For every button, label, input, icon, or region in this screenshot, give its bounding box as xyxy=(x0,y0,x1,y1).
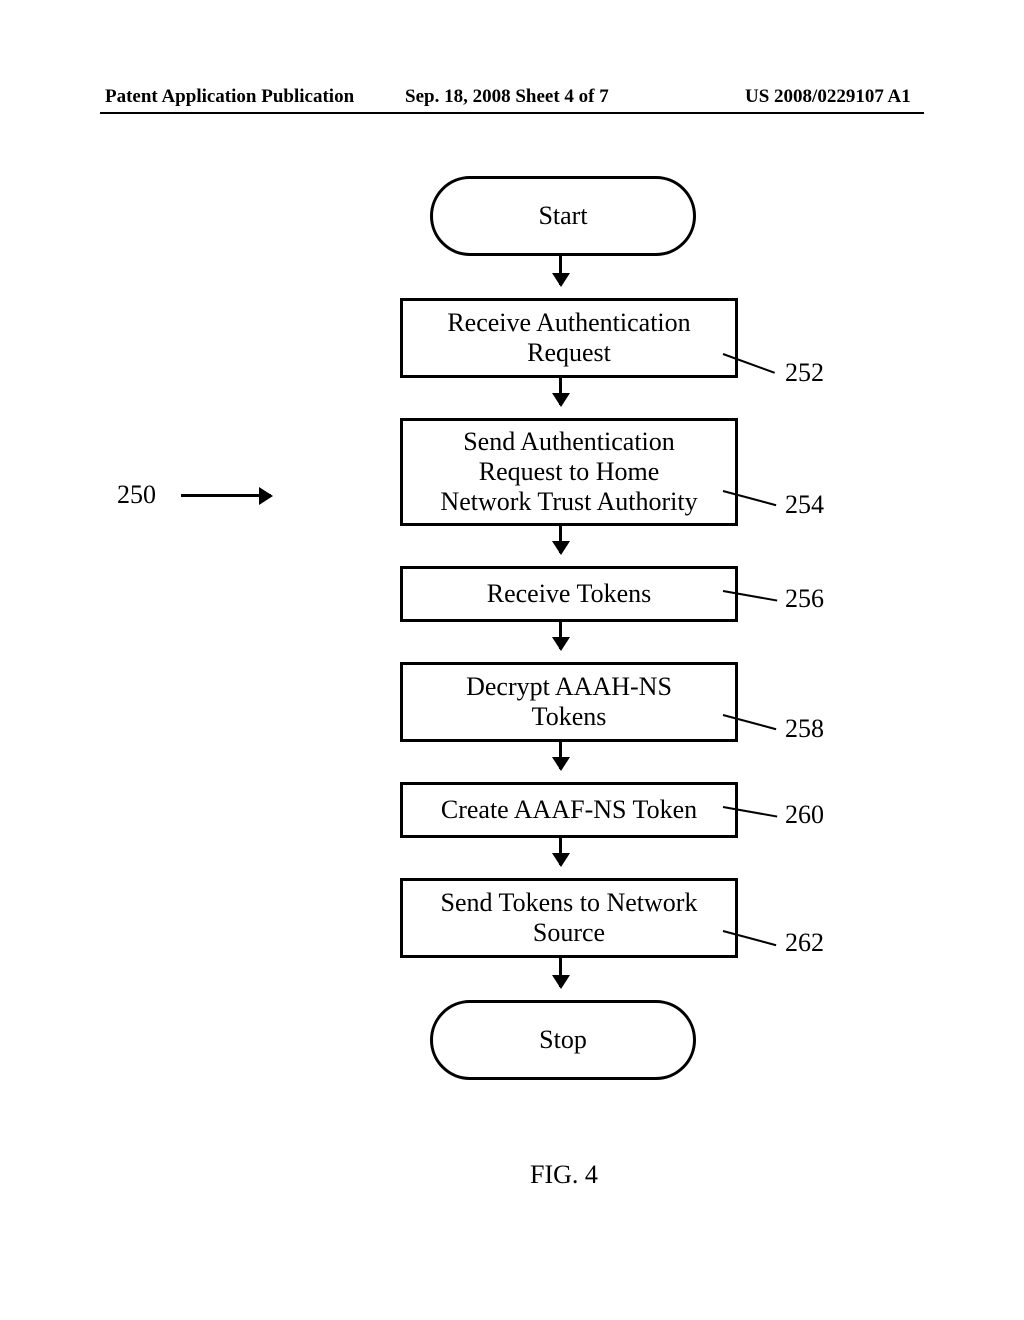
flow-step-252: Receive Authentication Request xyxy=(400,298,738,378)
flow-step-label: Decrypt AAAH-NS Tokens xyxy=(466,672,672,732)
flow-step-262: Send Tokens to Network Source xyxy=(400,878,738,958)
arrow-icon xyxy=(559,253,562,285)
arrow-right-icon xyxy=(181,494,271,497)
flow-step-260: Create AAAF-NS Token xyxy=(400,782,738,838)
flow-step-number: 256 xyxy=(785,584,824,614)
arrow-icon xyxy=(559,739,562,769)
flow-step-number: 262 xyxy=(785,928,824,958)
header-left: Patent Application Publication xyxy=(105,86,354,108)
flow-step-label: Send Tokens to Network Source xyxy=(441,888,698,948)
arrow-icon xyxy=(559,955,562,987)
flow-step-number: 260 xyxy=(785,800,824,830)
flow-step-number: 254 xyxy=(785,490,824,520)
flow-step-256: Receive Tokens xyxy=(400,566,738,622)
flow-stop-label: Stop xyxy=(539,1025,587,1055)
flow-start-label: Start xyxy=(538,201,587,231)
header-right: US 2008/0229107 A1 xyxy=(745,86,911,108)
flow-step-label: Receive Tokens xyxy=(487,579,651,609)
arrow-icon xyxy=(559,375,562,405)
flow-step-258: Decrypt AAAH-NS Tokens xyxy=(400,662,738,742)
arrow-icon xyxy=(559,835,562,865)
arrow-icon xyxy=(559,523,562,553)
flow-step-label: Receive Authentication Request xyxy=(447,308,690,368)
flow-start: Start xyxy=(430,176,696,256)
figure-label: FIG. 4 xyxy=(530,1160,598,1190)
arrow-icon xyxy=(559,619,562,649)
header-rule xyxy=(100,112,924,114)
flow-step-label: Send Authentication Request to Home Netw… xyxy=(440,427,697,517)
flow-step-number: 258 xyxy=(785,714,824,744)
flow-step-label: Create AAAF-NS Token xyxy=(441,795,697,825)
flow-stop: Stop xyxy=(430,1000,696,1080)
flow-reference-number: 250 xyxy=(117,480,156,510)
flow-step-number: 252 xyxy=(785,358,824,388)
flow-step-254: Send Authentication Request to Home Netw… xyxy=(400,418,738,526)
header-center: Sep. 18, 2008 Sheet 4 of 7 xyxy=(405,86,609,108)
